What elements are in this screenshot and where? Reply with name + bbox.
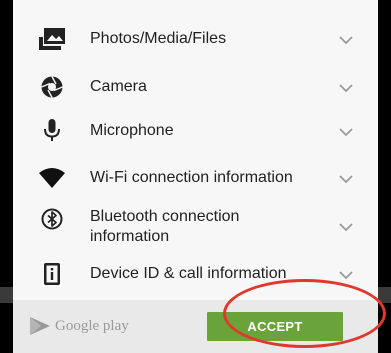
backdrop-left (0, 287, 13, 303)
chevron-down-icon[interactable] (338, 126, 354, 138)
permission-label: Camera (90, 78, 147, 95)
permission-label: Bluetooth connection information (90, 208, 240, 245)
photo-icon (38, 25, 66, 53)
play-triangle-icon (30, 317, 50, 335)
permission-label: Wi-Fi connection information (90, 169, 293, 186)
permission-label: Microphone (90, 122, 174, 139)
permission-row-microphone[interactable]: Microphone (13, 114, 378, 148)
chevron-down-icon[interactable] (338, 173, 354, 185)
permission-row-bluetooth[interactable]: Bluetooth connection information (13, 205, 378, 249)
store-name: Google play (55, 317, 129, 334)
highlight-ring (223, 279, 386, 348)
permission-label: Photos/Media/Files (90, 30, 227, 47)
microphone-icon (38, 117, 66, 145)
permission-label: Device ID & call information (90, 265, 287, 282)
google-play-logo: Google play (29, 316, 129, 336)
chevron-down-icon[interactable] (338, 221, 354, 233)
permission-row-wifi[interactable]: Wi-Fi connection information (13, 161, 378, 195)
permission-row-camera[interactable]: Camera (13, 70, 378, 104)
chevron-down-icon[interactable] (338, 34, 354, 46)
device-id-icon (38, 260, 66, 288)
bluetooth-icon (38, 205, 66, 233)
chevron-down-icon[interactable] (338, 82, 354, 94)
camera-icon (38, 73, 66, 101)
chevron-down-icon[interactable] (338, 269, 354, 281)
wifi-icon (38, 164, 66, 192)
permission-row-photos[interactable]: Photos/Media/Files (13, 22, 378, 56)
